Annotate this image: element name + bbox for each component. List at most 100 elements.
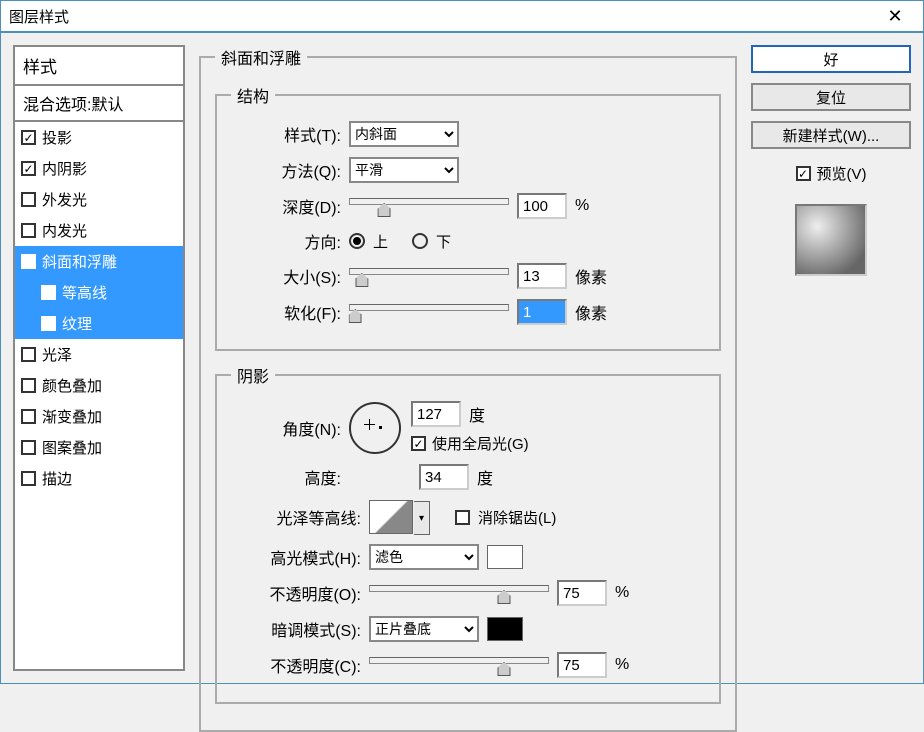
size-input[interactable] bbox=[517, 263, 567, 289]
style-item-10[interactable]: 图案叠加 bbox=[15, 432, 183, 463]
new-style-button[interactable]: 新建样式(W)... bbox=[751, 121, 911, 149]
style-item-checkbox[interactable] bbox=[21, 223, 36, 238]
preview-checkbox[interactable] bbox=[796, 166, 811, 181]
style-item-checkbox[interactable] bbox=[21, 130, 36, 145]
global-light-checkbox[interactable] bbox=[411, 436, 426, 451]
style-item-9[interactable]: 渐变叠加 bbox=[15, 401, 183, 432]
depth-unit: % bbox=[575, 197, 589, 215]
style-item-label: 渐变叠加 bbox=[42, 406, 102, 427]
technique-select[interactable]: 平滑 bbox=[349, 157, 459, 183]
preview-label: 预览(V) bbox=[817, 163, 867, 184]
gloss-contour-label: 光泽等高线: bbox=[231, 505, 361, 529]
angle-dial[interactable] bbox=[349, 402, 401, 454]
styles-list: 样式 混合选项:默认 投影内阴影外发光内发光斜面和浮雕等高线纹理光泽颜色叠加渐变… bbox=[13, 45, 185, 671]
highlight-opacity-label: 不透明度(O): bbox=[231, 581, 361, 605]
direction-label: 方向: bbox=[231, 229, 341, 253]
technique-label: 方法(Q): bbox=[231, 158, 341, 182]
style-item-7[interactable]: 光泽 bbox=[15, 339, 183, 370]
window-title: 图层样式 bbox=[9, 6, 875, 27]
depth-slider[interactable] bbox=[349, 195, 509, 217]
style-item-checkbox[interactable] bbox=[21, 347, 36, 362]
direction-up-radio[interactable] bbox=[349, 233, 365, 249]
angle-unit: 度 bbox=[469, 402, 485, 426]
style-item-checkbox[interactable] bbox=[21, 254, 36, 269]
style-item-label: 纹理 bbox=[62, 313, 92, 334]
style-item-checkbox[interactable] bbox=[21, 471, 36, 486]
highlight-opacity-input[interactable] bbox=[557, 580, 607, 606]
titlebar: 图层样式 ✕ bbox=[1, 1, 923, 33]
shadow-opacity-input[interactable] bbox=[557, 652, 607, 678]
shadow-opacity-slider[interactable] bbox=[369, 654, 549, 676]
style-item-label: 图案叠加 bbox=[42, 437, 102, 458]
highlight-mode-label: 高光模式(H): bbox=[231, 545, 361, 569]
style-item-8[interactable]: 颜色叠加 bbox=[15, 370, 183, 401]
shading-fieldset: 阴影 角度(N): 度 bbox=[215, 363, 721, 704]
style-item-checkbox[interactable] bbox=[21, 378, 36, 393]
direction-down-label: 下 bbox=[436, 231, 451, 252]
blend-options-header[interactable]: 混合选项:默认 bbox=[15, 86, 183, 122]
style-item-checkbox[interactable] bbox=[21, 192, 36, 207]
cancel-button[interactable]: 复位 bbox=[751, 83, 911, 111]
shadow-mode-label: 暗调模式(S): bbox=[231, 617, 361, 641]
ok-button[interactable]: 好 bbox=[751, 45, 911, 73]
bevel-fieldset: 斜面和浮雕 结构 样式(T): 内斜面 方法(Q): 平滑 深度(D): bbox=[199, 45, 737, 732]
style-item-label: 描边 bbox=[42, 468, 72, 489]
style-item-checkbox[interactable] bbox=[41, 316, 56, 331]
style-item-label: 光泽 bbox=[42, 344, 72, 365]
altitude-unit: 度 bbox=[477, 465, 493, 489]
style-item-label: 内发光 bbox=[42, 220, 87, 241]
depth-input[interactable] bbox=[517, 193, 567, 219]
layer-style-dialog: 图层样式 ✕ 样式 混合选项:默认 投影内阴影外发光内发光斜面和浮雕等高线纹理光… bbox=[0, 0, 924, 684]
style-item-1[interactable]: 内阴影 bbox=[15, 153, 183, 184]
style-item-label: 外发光 bbox=[42, 189, 87, 210]
antialias-checkbox[interactable] bbox=[455, 510, 470, 525]
settings-panel: 斜面和浮雕 结构 样式(T): 内斜面 方法(Q): 平滑 深度(D): bbox=[199, 45, 737, 671]
soften-input[interactable] bbox=[517, 299, 567, 325]
highlight-opacity-slider[interactable] bbox=[369, 582, 549, 604]
style-item-11[interactable]: 描边 bbox=[15, 463, 183, 494]
style-item-3[interactable]: 内发光 bbox=[15, 215, 183, 246]
gloss-contour-picker[interactable]: ▾ bbox=[369, 500, 413, 534]
structure-fieldset: 结构 样式(T): 内斜面 方法(Q): 平滑 深度(D): % bbox=[215, 83, 721, 351]
style-item-6[interactable]: 纹理 bbox=[15, 308, 183, 339]
depth-label: 深度(D): bbox=[231, 194, 341, 218]
style-item-label: 等高线 bbox=[62, 282, 107, 303]
altitude-label: 高度: bbox=[231, 465, 341, 489]
styles-header: 样式 bbox=[15, 47, 183, 86]
close-icon[interactable]: ✕ bbox=[875, 6, 915, 27]
size-slider[interactable] bbox=[349, 265, 509, 287]
shadow-opacity-label: 不透明度(C): bbox=[231, 653, 361, 677]
global-light-label: 使用全局光(G) bbox=[432, 433, 529, 454]
shadow-mode-select[interactable]: 正片叠底 bbox=[369, 616, 479, 642]
style-item-5[interactable]: 等高线 bbox=[15, 277, 183, 308]
shadow-color-swatch[interactable] bbox=[487, 617, 523, 641]
highlight-color-swatch[interactable] bbox=[487, 545, 523, 569]
size-label: 大小(S): bbox=[231, 264, 341, 288]
highlight-mode-select[interactable]: 滤色 bbox=[369, 544, 479, 570]
style-select[interactable]: 内斜面 bbox=[349, 121, 459, 147]
style-item-2[interactable]: 外发光 bbox=[15, 184, 183, 215]
preview-thumbnail bbox=[795, 204, 867, 276]
direction-down-radio[interactable] bbox=[412, 233, 428, 249]
style-item-checkbox[interactable] bbox=[21, 409, 36, 424]
style-item-checkbox[interactable] bbox=[21, 161, 36, 176]
altitude-input[interactable] bbox=[419, 464, 469, 490]
structure-title: 结构 bbox=[231, 83, 275, 107]
angle-input[interactable] bbox=[411, 401, 461, 427]
dialog-buttons: 好 复位 新建样式(W)... 预览(V) bbox=[751, 45, 911, 671]
bevel-title: 斜面和浮雕 bbox=[215, 45, 307, 69]
style-item-label: 颜色叠加 bbox=[42, 375, 102, 396]
shading-title: 阴影 bbox=[231, 363, 275, 387]
chevron-down-icon[interactable]: ▾ bbox=[414, 501, 430, 535]
style-item-checkbox[interactable] bbox=[21, 440, 36, 455]
soften-slider[interactable] bbox=[349, 301, 509, 323]
angle-label: 角度(N): bbox=[231, 416, 341, 440]
opacity-unit-2: % bbox=[615, 656, 629, 674]
direction-up-label: 上 bbox=[373, 231, 388, 252]
style-item-0[interactable]: 投影 bbox=[15, 122, 183, 153]
style-item-label: 斜面和浮雕 bbox=[42, 251, 117, 272]
style-item-label: 内阴影 bbox=[42, 158, 87, 179]
size-unit: 像素 bbox=[575, 264, 607, 288]
style-item-4[interactable]: 斜面和浮雕 bbox=[15, 246, 183, 277]
style-item-checkbox[interactable] bbox=[41, 285, 56, 300]
